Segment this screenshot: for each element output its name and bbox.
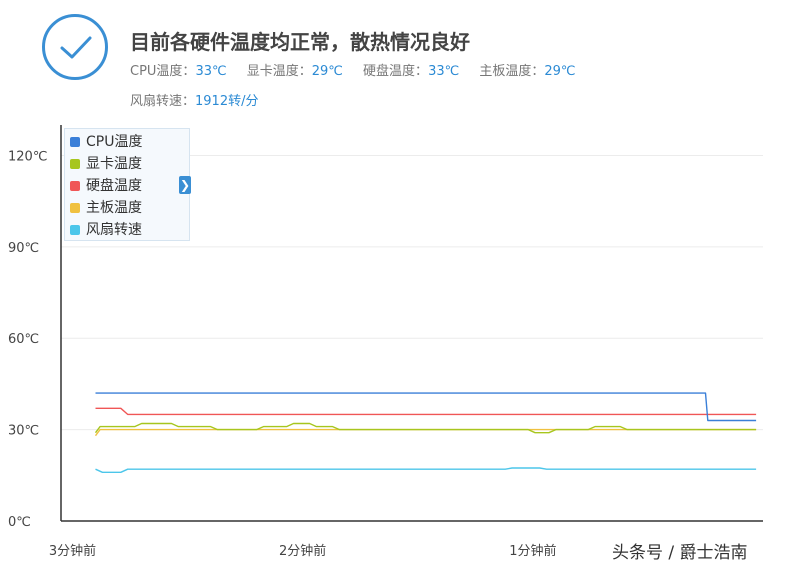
legend-swatch-disk: [70, 181, 80, 191]
series-line-fan: [95, 467, 757, 473]
y-tick-label: 0℃: [8, 515, 31, 530]
x-tick-label: 3分钟前: [49, 543, 96, 559]
legend-swatch-cpu: [70, 137, 80, 147]
series-line-board: [94, 428, 757, 437]
legend-item-board[interactable]: 主板温度: [70, 197, 142, 219]
legend-item-gpu[interactable]: 显卡温度: [70, 153, 142, 175]
series-line-disk: [95, 407, 757, 416]
series-line-cpu: [95, 392, 757, 422]
watermark: 头条号 / 爵士浩南: [612, 543, 748, 563]
chart-legend[interactable]: CPU温度 显卡温度 硬盘温度 主板温度 风扇转速: [64, 128, 190, 241]
x-tick-label: 2分钟前: [279, 543, 326, 559]
legend-label-disk: 硬盘温度: [86, 178, 142, 194]
y-tick-label: 30℃: [8, 424, 39, 439]
y-tick-label: 60℃: [8, 332, 39, 347]
legend-item-disk[interactable]: 硬盘温度: [70, 175, 142, 197]
legend-swatch-board: [70, 203, 80, 213]
legend-swatch-gpu: [70, 159, 80, 169]
legend-label-gpu: 显卡温度: [86, 156, 142, 172]
y-tick-label: 90℃: [8, 241, 39, 256]
legend-label-board: 主板温度: [86, 200, 142, 216]
legend-label-fan: 风扇转速: [86, 222, 142, 238]
x-axis-tick-labels: 3分钟前 2分钟前 1分钟前: [49, 543, 557, 559]
legend-item-fan[interactable]: 风扇转速: [70, 219, 142, 241]
legend-collapse-arrow-icon[interactable]: ❯: [179, 176, 191, 194]
chart-series: [94, 392, 757, 473]
legend-swatch-fan: [70, 225, 80, 235]
legend-item-cpu[interactable]: CPU温度: [70, 131, 142, 153]
y-tick-label: 120℃: [8, 149, 47, 164]
temperature-line-chart: 0℃ 30℃ 60℃ 90℃ 120℃ 3分钟前 2分钟前 1分钟前: [8, 125, 763, 559]
y-axis-tick-labels: 0℃ 30℃ 60℃ 90℃ 120℃: [8, 149, 47, 530]
legend-label-cpu: CPU温度: [86, 134, 143, 150]
series-line-gpu: [94, 422, 757, 434]
x-tick-label: 1分钟前: [509, 543, 556, 559]
